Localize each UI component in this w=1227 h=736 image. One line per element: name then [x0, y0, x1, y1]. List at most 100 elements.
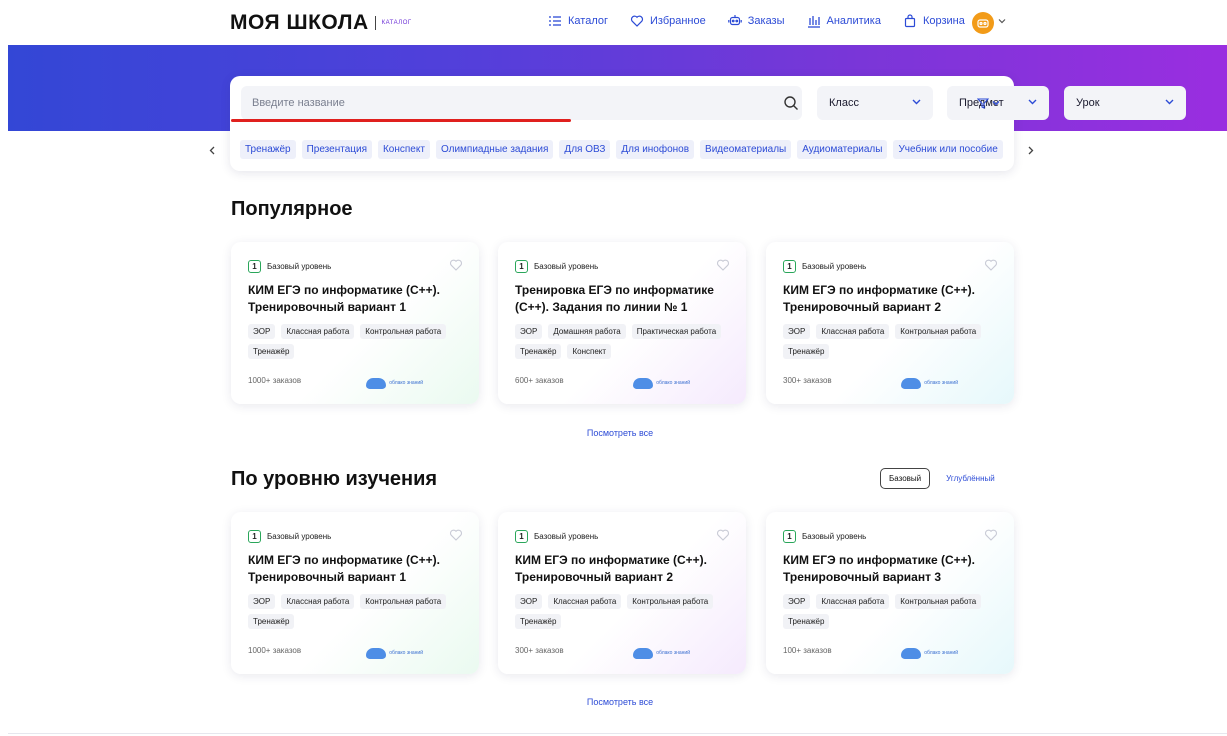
tag: ЭОР — [515, 594, 543, 609]
tag: Тренажёр — [515, 614, 562, 629]
section-title-level: По уровню изучения — [231, 468, 438, 490]
orders-count: 1000+ заказов — [248, 646, 302, 655]
chip-item[interactable]: Конспект — [377, 140, 430, 159]
level-badge: 1 Базовый уровень — [248, 260, 331, 273]
brand-logo: облако знаний — [901, 648, 958, 659]
material-card[interactable]: 1 Базовый уровень Тренировка ЕГЭ по инфор… — [498, 242, 746, 404]
material-card[interactable]: 1 Базовый уровень КИМ ЕГЭ по информатике … — [498, 512, 746, 674]
chevron-left-icon[interactable] — [209, 146, 215, 155]
chip-item[interactable]: Презентация — [301, 140, 372, 159]
card-tags: ЭОР Классная работа Контрольная работа Т… — [248, 594, 473, 629]
brand-name: облако знаний — [656, 650, 690, 656]
tag: ЭОР — [248, 594, 276, 609]
search-underline — [231, 119, 571, 122]
brand-name: облако знаний — [656, 380, 690, 386]
chevron-right-icon[interactable] — [1028, 146, 1034, 155]
nav-analytics[interactable]: Аналитика — [807, 14, 881, 28]
see-all-link[interactable]: Посмотреть все — [570, 428, 670, 438]
chevron-down-icon[interactable] — [998, 18, 1006, 24]
chip-item[interactable]: Тренажёр — [240, 140, 296, 159]
tag: ЭОР — [783, 324, 811, 339]
nav-catalog[interactable]: Каталог — [548, 14, 608, 28]
logo-text: МОЯ ШКОЛА — [230, 11, 369, 34]
orders-count: 300+ заказов — [515, 646, 564, 655]
heart-icon[interactable] — [984, 258, 998, 272]
orders-count: 600+ заказов — [515, 376, 564, 385]
chip-item[interactable]: Для инофонов — [616, 140, 695, 159]
material-card[interactable]: 1 Базовый уровень КИМ ЕГЭ по информатике … — [766, 242, 1014, 404]
level-label: Базовый уровень — [802, 262, 867, 271]
tag: Классная работа — [281, 594, 355, 609]
tag: Конспект — [567, 344, 612, 359]
brand-logo: облако знаний — [633, 378, 690, 389]
toggle-advanced[interactable]: Углублённый — [938, 469, 1003, 488]
chip-item[interactable]: Аудиоматериалы — [797, 140, 888, 159]
card-tags: ЭОР Классная работа Контрольная работа Т… — [515, 594, 740, 629]
cloud-icon — [633, 648, 654, 659]
user-avatar-icon — [977, 19, 989, 28]
see-all-link[interactable]: Посмотреть все — [570, 697, 670, 707]
toggle-basic[interactable]: Базовый — [880, 468, 931, 489]
list-icon — [549, 16, 561, 26]
material-card[interactable]: 1 Базовый уровень КИМ ЕГЭ по информатике … — [766, 512, 1014, 674]
class-select[interactable]: Класс — [817, 86, 933, 120]
category-chips-row: Тренажёр Презентация Конспект Олимпиадны… — [230, 134, 1014, 164]
cloud-icon — [633, 378, 654, 389]
bot-icon — [727, 15, 742, 26]
nav-favorites-label: Избранное — [650, 15, 706, 27]
brand-name: облако знаний — [924, 650, 958, 656]
level-label: Базовый уровень — [534, 532, 599, 541]
tag: Тренажёр — [783, 614, 830, 629]
avatar[interactable] — [972, 12, 994, 34]
chevron-down-icon — [992, 101, 999, 106]
tag: ЭОР — [783, 594, 811, 609]
level-badge: 1 Базовый уровень — [515, 260, 598, 273]
card-title[interactable]: КИМ ЕГЭ по информатике (С++). Тренировоч… — [248, 282, 468, 316]
card-tags: ЭОР Классная работа Контрольная работа Т… — [248, 324, 473, 359]
level-badge: 1 Базовый уровень — [783, 260, 866, 273]
heart-icon[interactable] — [449, 528, 463, 542]
logo[interactable]: МОЯ ШКОЛА КАТАЛОГ — [230, 11, 412, 35]
nav-orders[interactable]: Заказы — [727, 14, 785, 28]
card-title[interactable]: КИМ ЕГЭ по информатике (С++). Тренировоч… — [248, 552, 468, 586]
filter-icon — [976, 97, 989, 109]
chip-item[interactable]: Олимпиадные задания — [435, 140, 554, 159]
card-title[interactable]: КИМ ЕГЭ по информатике (С++). Тренировоч… — [783, 282, 1003, 316]
cloud-icon — [366, 378, 387, 389]
tag: Контрольная работа — [360, 594, 447, 609]
chevron-down-icon — [1028, 99, 1037, 105]
tag: Тренажёр — [248, 614, 295, 629]
nav-cart[interactable]: Корзина — [903, 14, 965, 28]
heart-icon[interactable] — [716, 528, 730, 542]
tag: Контрольная работа — [895, 324, 982, 339]
heart-icon[interactable] — [984, 528, 998, 542]
brand-name: облако знаний — [389, 380, 423, 386]
search-icon[interactable] — [783, 95, 799, 111]
material-card[interactable]: 1 Базовый уровень КИМ ЕГЭ по информатике … — [231, 512, 479, 674]
brand-name: облако знаний — [924, 380, 958, 386]
tag: Контрольная работа — [627, 594, 714, 609]
brand-name: облако знаний — [389, 650, 423, 656]
heart-icon[interactable] — [449, 258, 463, 272]
chip-item[interactable]: Для ОВЗ — [559, 140, 611, 159]
chip-item[interactable]: Учебник или пособие — [893, 140, 1003, 159]
lesson-select[interactable]: Урок — [1064, 86, 1186, 120]
class-select-label: Класс — [829, 97, 859, 109]
tag: Контрольная работа — [895, 594, 982, 609]
chip-item[interactable]: Видеоматериалы — [700, 140, 792, 159]
level-number: 1 — [515, 260, 528, 273]
chevron-down-icon — [912, 99, 921, 105]
level-toggle: Базовый Углублённый — [880, 468, 1003, 489]
heart-icon[interactable] — [716, 258, 730, 272]
level-label: Базовый уровень — [267, 262, 332, 271]
card-title[interactable]: КИМ ЕГЭ по информатике (С++). Тренировоч… — [783, 552, 1003, 586]
nav-favorites[interactable]: Избранное — [630, 14, 706, 28]
tag: Тренажёр — [783, 344, 830, 359]
material-card[interactable]: 1 Базовый уровень КИМ ЕГЭ по информатике … — [231, 242, 479, 404]
card-title[interactable]: КИМ ЕГЭ по информатике (С++). Тренировоч… — [515, 552, 735, 586]
card-tags: ЭОР Классная работа Контрольная работа Т… — [783, 594, 1008, 629]
filter-button[interactable] — [970, 86, 1006, 120]
search-input[interactable] — [241, 86, 761, 120]
level-badge: 1 Базовый уровень — [515, 530, 598, 543]
card-title[interactable]: Тренировка ЕГЭ по информатике (С++). Зад… — [515, 282, 735, 316]
